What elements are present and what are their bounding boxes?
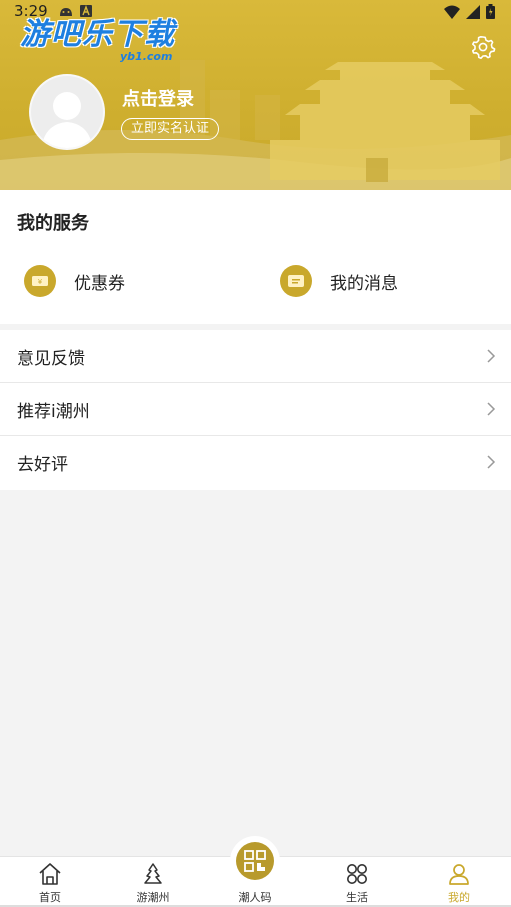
watermark-logo: 游吧乐下载 yb1.com — [20, 17, 175, 64]
coupon-icon: ¥ — [24, 265, 56, 297]
qr-code-button[interactable] — [230, 836, 280, 886]
watermark-sub: yb1.com — [120, 50, 173, 63]
avatar[interactable] — [29, 74, 105, 150]
login-title[interactable]: 点击登录 — [122, 85, 194, 111]
qr-code-icon — [244, 850, 266, 872]
signal-icon — [466, 4, 480, 19]
watermark-main: 游吧乐下载 — [20, 17, 175, 52]
menu-item-label: 去好评 — [17, 455, 68, 475]
grid-icon — [347, 864, 367, 884]
chevron-right-icon — [487, 455, 496, 469]
nav-home[interactable]: 首页 — [20, 857, 80, 907]
service-coupon[interactable]: ¥ 优惠券 — [24, 265, 125, 297]
nav-mine-label: 我的 — [448, 891, 470, 904]
nav-life[interactable]: 生活 — [327, 857, 387, 907]
android-debug-icon — [60, 8, 72, 16]
settings-list: 意见反馈 推荐i潮州 去好评 — [0, 330, 511, 490]
nav-home-label: 首页 — [39, 891, 61, 904]
menu-item-label: 推荐i潮州 — [17, 402, 90, 422]
settings-gear-icon[interactable] — [470, 34, 496, 60]
menu-item-recommend[interactable]: 推荐i潮州 — [0, 383, 511, 436]
service-messages-label: 我的消息 — [330, 273, 398, 294]
message-icon — [280, 265, 312, 297]
profile-header: 3:29 游吧乐下载 yb1.com 点击登录 立即实名认证 — [0, 0, 511, 190]
services-title: 我的服务 — [17, 213, 89, 234]
my-services-section: 我的服务 ¥ 优惠券 我的消息 — [0, 190, 511, 324]
svg-text:¥: ¥ — [38, 278, 43, 286]
chevron-right-icon — [487, 402, 496, 416]
chevron-right-icon — [487, 349, 496, 363]
keyboard-a-icon — [80, 5, 92, 17]
wifi-icon — [444, 5, 460, 19]
home-icon — [39, 863, 61, 885]
nav-life-label: 生活 — [346, 891, 368, 904]
menu-item-label: 意见反馈 — [17, 349, 85, 369]
user-icon — [449, 864, 469, 885]
travel-icon — [144, 863, 162, 884]
nav-travel[interactable]: 游潮州 — [123, 857, 183, 907]
menu-item-rate[interactable]: 去好评 — [0, 436, 511, 490]
battery-icon — [486, 4, 495, 19]
nav-qr-label: 潮人码 — [238, 891, 272, 904]
service-coupon-label: 优惠券 — [74, 273, 125, 294]
nav-travel-label: 游潮州 — [136, 891, 170, 904]
nav-mine[interactable]: 我的 — [429, 857, 489, 907]
menu-item-feedback[interactable]: 意见反馈 — [0, 330, 511, 383]
verify-identity-button[interactable]: 立即实名认证 — [121, 118, 220, 140]
service-messages[interactable]: 我的消息 — [280, 265, 398, 297]
